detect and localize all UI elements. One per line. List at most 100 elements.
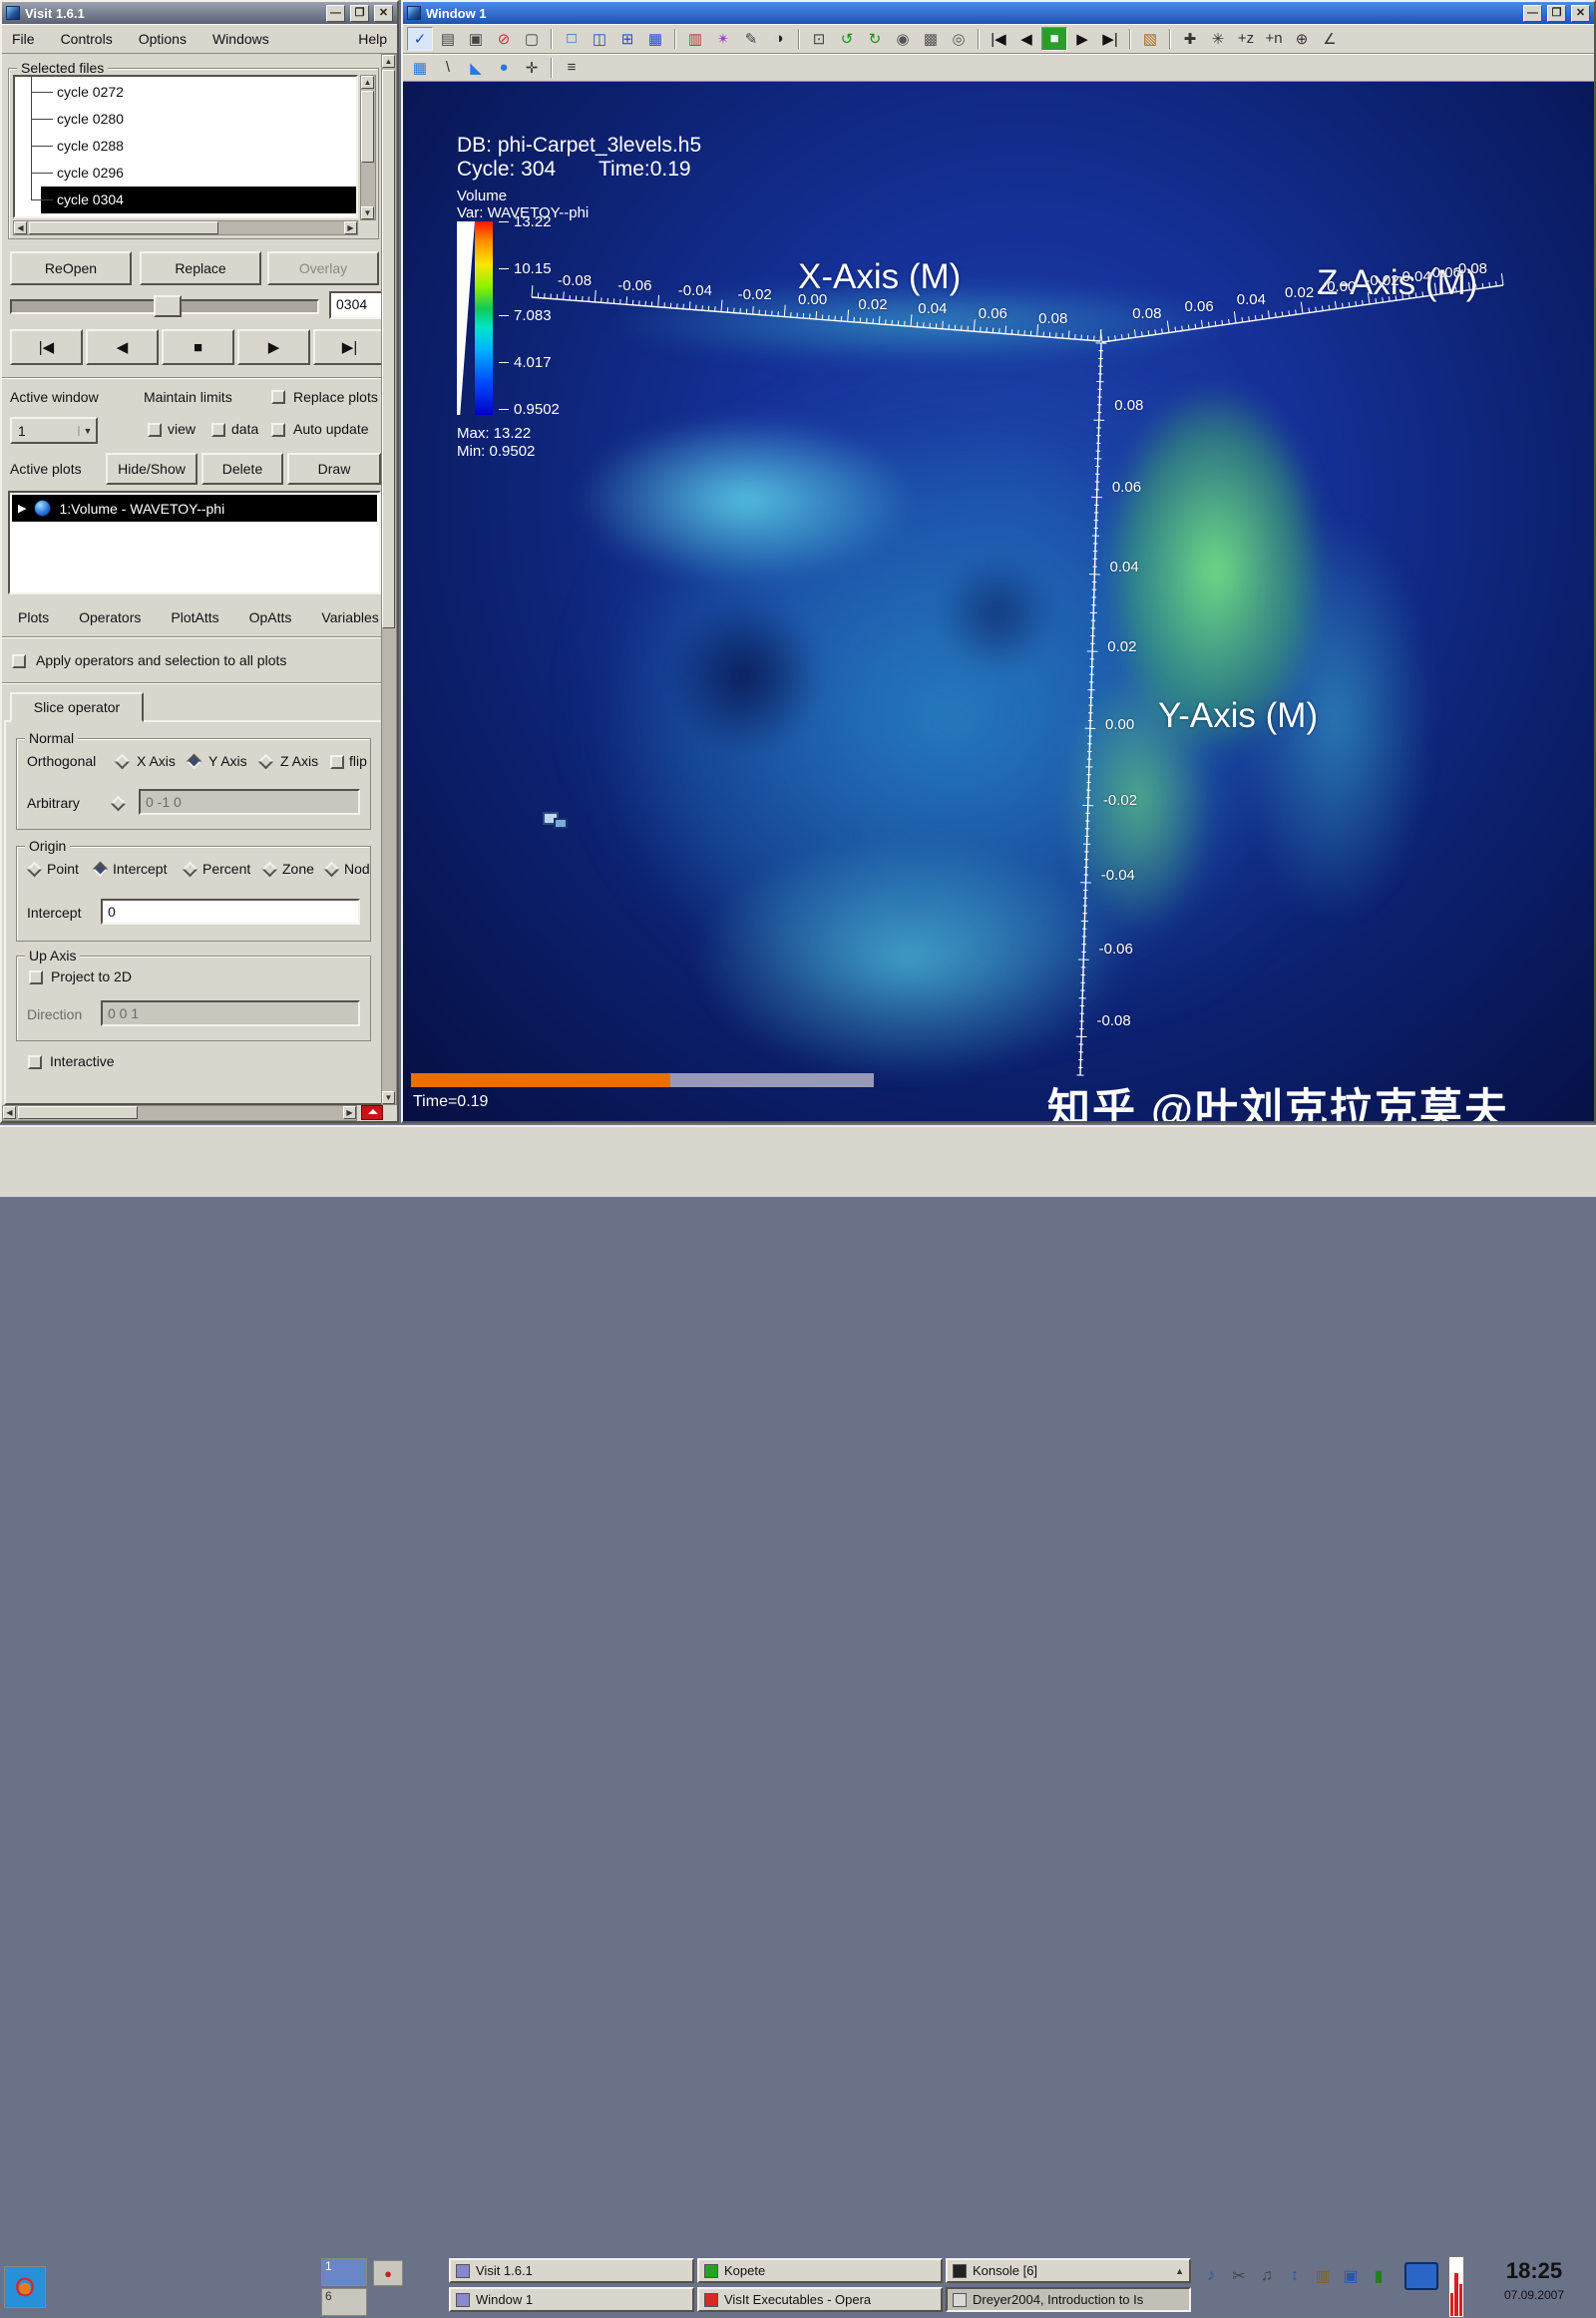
play-reverse-icon[interactable]: ◀ bbox=[1013, 27, 1039, 51]
file-item[interactable]: cycle 0304 bbox=[41, 187, 356, 213]
layout-1x1-icon[interactable]: □ bbox=[559, 27, 585, 51]
step-forward-button[interactable]: ▶| bbox=[313, 329, 386, 365]
wand-icon[interactable]: ✴ bbox=[710, 27, 736, 51]
active-window-checkbox-icon[interactable]: ✓ bbox=[407, 27, 433, 51]
play-reverse-button[interactable]: ◀ bbox=[86, 329, 159, 365]
visit-titlebar[interactable]: Visit 1.6.1 — ❐ ✕ bbox=[2, 2, 397, 24]
active-window-select[interactable]: 1 ▼ bbox=[10, 417, 98, 444]
taskbar-clock[interactable]: 18:25 bbox=[1480, 2258, 1588, 2284]
pager-desktop-6[interactable]: 6 bbox=[321, 2288, 367, 2316]
scroll-right-button[interactable]: ▶ bbox=[344, 221, 357, 234]
clear-window-icon[interactable]: ▢ bbox=[519, 27, 545, 51]
spreadsheet-icon[interactable]: ▥ bbox=[682, 27, 708, 51]
task-kopete[interactable]: Kopete bbox=[697, 2258, 943, 2283]
opera-icon[interactable]: O bbox=[4, 2266, 46, 2308]
clipboard-icon[interactable]: ▥ bbox=[1311, 2264, 1335, 2288]
stop-icon[interactable]: ■ bbox=[1041, 27, 1067, 51]
window-hscrollbar[interactable]: ◀ ▶ bbox=[2, 1105, 357, 1121]
window-list-icon[interactable]: ▤ bbox=[435, 27, 461, 51]
task-konsole[interactable]: Konsole [6]▲ bbox=[946, 2258, 1191, 2283]
battery-icon[interactable]: ▮ bbox=[1367, 2264, 1391, 2288]
play-button[interactable]: ▶ bbox=[237, 329, 310, 365]
render-viewport[interactable]: DB: phi-Carpet_3levels.h5 Cycle: 304 Tim… bbox=[403, 82, 1594, 1121]
intercept-radio[interactable] bbox=[93, 862, 109, 878]
delete-button[interactable]: Delete bbox=[201, 453, 283, 485]
scroll-down-button[interactable]: ▼ bbox=[382, 1091, 395, 1104]
spin-counterclockwise-icon[interactable]: ↺ bbox=[834, 27, 860, 51]
maintain-view-checkbox[interactable] bbox=[148, 423, 162, 437]
output-window-button[interactable] bbox=[361, 1105, 383, 1120]
scroll-right-button[interactable]: ▶ bbox=[343, 1106, 356, 1119]
arbitrary-normal-field[interactable]: 0 -1 0 bbox=[139, 789, 360, 815]
scroll-thumb[interactable] bbox=[382, 70, 395, 628]
zoom-tool-icon[interactable]: ⊕ bbox=[1289, 27, 1315, 51]
menu-options[interactable]: Options bbox=[139, 31, 187, 47]
task-group-arrow[interactable]: ▲ bbox=[1175, 2266, 1184, 2276]
maximize-button[interactable]: ❐ bbox=[1547, 5, 1566, 22]
menu-windows[interactable]: Windows bbox=[212, 31, 269, 47]
project-to-2d-checkbox[interactable] bbox=[29, 970, 43, 984]
minimize-button[interactable]: — bbox=[1523, 5, 1542, 22]
axis-restriction-icon[interactable]: ≡ bbox=[559, 56, 585, 80]
save-movie-icon[interactable]: ▩ bbox=[918, 27, 944, 51]
capture-camera-icon[interactable]: ◎ bbox=[946, 27, 972, 51]
scroll-thumb[interactable] bbox=[29, 221, 218, 234]
scroll-left-button[interactable]: ◀ bbox=[3, 1106, 16, 1119]
intercept-field[interactable]: 0 bbox=[101, 899, 360, 925]
screen-saver-icon[interactable]: ▣ bbox=[1339, 2264, 1363, 2288]
close-button[interactable]: ✕ bbox=[374, 5, 393, 22]
task-opera[interactable]: VisIt Executables - Opera bbox=[697, 2287, 943, 2312]
arbitrary-radio[interactable] bbox=[111, 796, 127, 812]
scroll-up-button[interactable]: ▲ bbox=[382, 55, 395, 68]
step-last-icon[interactable]: ▶| bbox=[1097, 27, 1123, 51]
add-node-icon[interactable]: +n bbox=[1261, 27, 1287, 51]
kmix-icon[interactable]: ♫ bbox=[1255, 2264, 1279, 2288]
file-list-hscrollbar[interactable]: ◀ ▶ bbox=[13, 220, 358, 235]
reopen-button[interactable]: ReOpen bbox=[10, 251, 132, 285]
display-tray-icon[interactable] bbox=[1404, 2262, 1438, 2290]
spin-clockwise-icon[interactable]: ↻ bbox=[862, 27, 888, 51]
cycle-field[interactable]: 0304 bbox=[329, 291, 387, 319]
file-item[interactable]: cycle 0296 bbox=[41, 160, 356, 187]
scroll-down-button[interactable]: ▼ bbox=[361, 206, 374, 219]
maximize-button[interactable]: ❐ bbox=[350, 5, 369, 22]
pager-desktop-1[interactable]: 1 bbox=[321, 2258, 367, 2286]
task-dreyer[interactable]: Dreyer2004, Introduction to Is bbox=[946, 2287, 1191, 2312]
active-timeslider-icon[interactable]: ▧ bbox=[1137, 27, 1163, 51]
interactive-checkbox[interactable] bbox=[28, 1055, 42, 1069]
minimize-button[interactable]: — bbox=[326, 5, 345, 22]
file-item[interactable]: cycle 0288 bbox=[41, 133, 356, 160]
draw-button[interactable]: Draw bbox=[287, 453, 381, 485]
tab-plotatts[interactable]: PlotAtts bbox=[171, 609, 218, 625]
time-slider-handle[interactable] bbox=[154, 295, 182, 317]
hide-show-button[interactable]: Hide/Show bbox=[106, 453, 198, 485]
tab-operators[interactable]: Operators bbox=[79, 609, 141, 625]
layout-2x3-icon[interactable]: ▦ bbox=[642, 27, 668, 51]
network-monitor-icon[interactable]: ↕ bbox=[1283, 2264, 1307, 2288]
plot-expand-icon[interactable]: ▶ bbox=[18, 502, 26, 515]
reset-view-icon[interactable]: ✳ bbox=[1205, 27, 1231, 51]
add-z-axis-icon[interactable]: +z bbox=[1233, 27, 1259, 51]
replace-button[interactable]: Replace bbox=[140, 251, 261, 285]
file-item[interactable]: cycle 0272 bbox=[41, 79, 356, 106]
direction-field[interactable]: 0 0 1 bbox=[101, 1000, 360, 1026]
stop-button[interactable]: ■ bbox=[162, 329, 234, 365]
x-axis-radio[interactable] bbox=[115, 754, 131, 770]
delete-window-icon[interactable]: ⊘ bbox=[491, 27, 517, 51]
menu-file[interactable]: File bbox=[12, 31, 35, 47]
play-icon[interactable]: ▶ bbox=[1069, 27, 1095, 51]
maintain-data-checkbox[interactable] bbox=[211, 423, 225, 437]
menu-help[interactable]: Help bbox=[358, 31, 387, 47]
close-button[interactable]: ✕ bbox=[1571, 5, 1590, 22]
copy-window-icon[interactable]: ▣ bbox=[463, 27, 489, 51]
step-first-icon[interactable]: |◀ bbox=[986, 27, 1011, 51]
tab-plots[interactable]: Plots bbox=[18, 609, 49, 625]
flip-checkbox[interactable] bbox=[330, 755, 344, 769]
sphere-tool-icon[interactable]: ● bbox=[491, 56, 517, 80]
system-load-icon[interactable] bbox=[1448, 2256, 1464, 2318]
node-radio[interactable] bbox=[324, 862, 340, 878]
file-item[interactable]: cycle 0280 bbox=[41, 106, 356, 133]
point-radio[interactable] bbox=[27, 862, 43, 878]
replace-plots-checkbox[interactable] bbox=[271, 390, 285, 404]
tab-variables[interactable]: Variables bbox=[321, 609, 378, 625]
